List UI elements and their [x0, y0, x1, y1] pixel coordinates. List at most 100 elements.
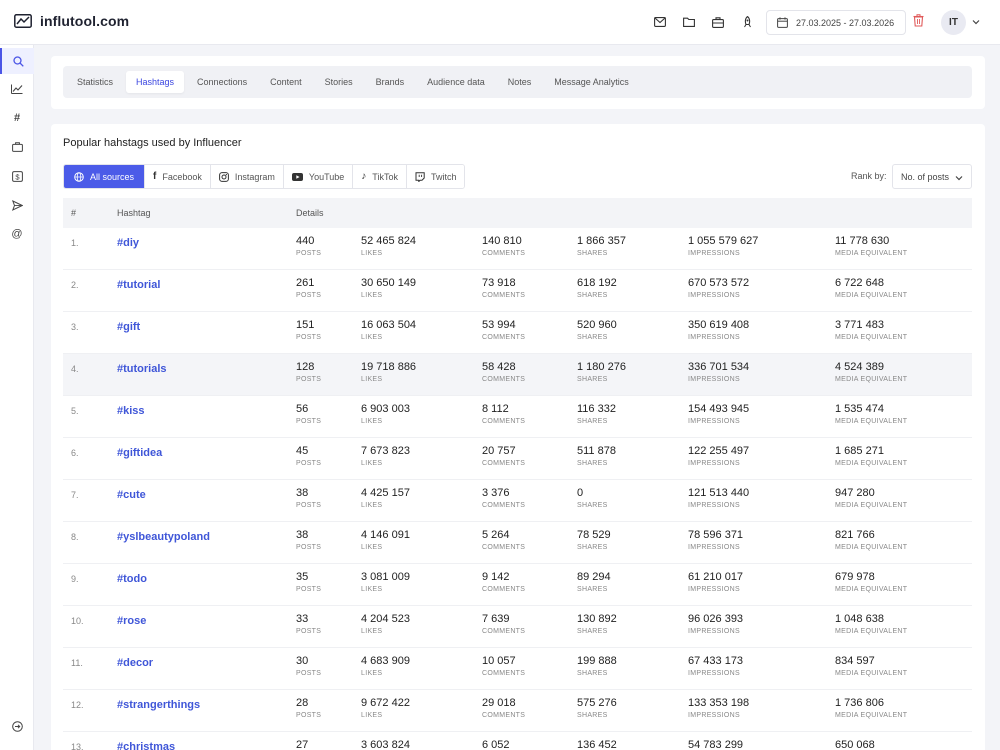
row-rank: 12. — [71, 700, 84, 710]
source-tiktok[interactable]: ♪ TikTok — [353, 165, 407, 188]
row-rank: 11. — [71, 658, 83, 668]
metric-comments: 73 918 COMMENTS — [482, 277, 525, 299]
source-instagram[interactable]: Instagram — [210, 165, 284, 188]
tab-connections[interactable]: Connections — [187, 71, 257, 93]
hashtag-link[interactable]: #gift — [117, 321, 140, 333]
sidebar-item-messages[interactable] — [0, 192, 34, 218]
table-row: 12. #strangerthings 28 POSTS 9 672 422 LIKES 2… — [63, 690, 972, 732]
table-header: # Hashtag Details — [63, 198, 972, 228]
rocket-icon[interactable] — [739, 14, 755, 30]
metric-comments: 6 052COMMENTS — [482, 739, 525, 750]
sidebar-item-campaigns[interactable] — [0, 134, 34, 160]
metric-value: 3 603 824 — [361, 739, 410, 750]
metric-value: 670 573 572 — [688, 277, 750, 289]
globe-icon — [74, 171, 84, 182]
tab-notes[interactable]: Notes — [498, 71, 542, 93]
folder-icon[interactable] — [681, 14, 697, 30]
metric-label: MEDIA EQUIVALENT — [835, 544, 908, 551]
hashtag-link[interactable]: #diy — [117, 237, 139, 249]
metric-posts: 38 POSTS — [296, 529, 321, 551]
chevron-down-icon[interactable] — [972, 19, 980, 25]
metric-label: IMPRESSIONS — [688, 502, 740, 509]
metric-value: 4 146 091 — [361, 529, 410, 541]
mail-icon[interactable] — [652, 14, 668, 30]
sidebar-item-billing[interactable]: $ — [0, 163, 34, 189]
hashtag-link[interactable]: #christmas — [117, 741, 175, 750]
sidebar-item-search[interactable] — [0, 48, 34, 74]
metric-value: 199 888 — [577, 655, 617, 667]
metric-comments: 29 018 COMMENTS — [482, 697, 525, 719]
hashtag-link[interactable]: #tutorials — [117, 363, 167, 375]
tab-message-analytics[interactable]: Message Analytics — [544, 71, 639, 93]
hashtag-link[interactable]: #giftidea — [117, 447, 162, 459]
metric-label: POSTS — [296, 376, 322, 383]
hashtag-link[interactable]: #cute — [117, 489, 146, 501]
date-range-picker[interactable]: 27.03.2025 - 27.03.2026 — [766, 10, 906, 35]
metric-value: 16 063 504 — [361, 319, 417, 331]
metric-value: 4 425 157 — [361, 487, 410, 499]
metric-likes: 4 146 091 LIKES — [361, 529, 410, 551]
metric-value: 7 673 823 — [361, 445, 410, 457]
metric-shares: 136 452SHARES — [577, 739, 617, 750]
hashtag-link[interactable]: #yslbeautypoland — [117, 531, 210, 543]
source-twitch[interactable]: Twitch — [406, 165, 465, 188]
source-youtube[interactable]: YouTube — [283, 165, 354, 188]
hashtag-link[interactable]: #kiss — [117, 405, 145, 417]
metric-label: SHARES — [577, 544, 608, 551]
metric-value: 511 878 — [577, 445, 616, 457]
sidebar-item-logout[interactable] — [0, 713, 34, 739]
source-all[interactable]: All sources — [64, 165, 146, 188]
metric-value: 575 276 — [577, 697, 617, 709]
metric-label: LIKES — [361, 502, 383, 509]
tab-brands[interactable]: Brands — [366, 71, 415, 93]
briefcase-icon[interactable] — [710, 14, 726, 30]
row-rank: 3. — [71, 322, 79, 332]
metric-label: MEDIA EQUIVALENT — [835, 628, 908, 635]
metric-media: 834 597 MEDIA EQUIVALENT — [835, 655, 907, 677]
metric-value: 151 — [296, 319, 315, 331]
metric-label: IMPRESSIONS — [688, 250, 740, 257]
metric-shares: 511 878 SHARES — [577, 445, 616, 467]
avatar[interactable]: IT — [941, 10, 966, 35]
hashtag-link[interactable]: #decor — [117, 657, 153, 669]
metric-shares: 575 276 SHARES — [577, 697, 617, 719]
metric-value: 6 903 003 — [361, 403, 410, 415]
chart-logo-icon — [14, 14, 32, 28]
hashtag-link[interactable]: #tutorial — [117, 279, 160, 291]
metric-value: 11 778 630 — [835, 235, 890, 247]
hashtag-link[interactable]: #rose — [117, 615, 146, 627]
metric-shares: 89 294 SHARES — [577, 571, 611, 593]
metric-label: LIKES — [361, 712, 383, 719]
trash-icon[interactable] — [913, 14, 927, 30]
metric-label: MEDIA EQUIVALENT — [835, 250, 908, 257]
source-facebook[interactable]: f Facebook — [145, 165, 211, 188]
hashtag-link[interactable]: #todo — [117, 573, 147, 585]
sidebar-item-statistics[interactable] — [0, 76, 34, 102]
metric-posts: 33 POSTS — [296, 613, 321, 635]
metric-value: 136 452 — [577, 739, 617, 750]
metric-label: IMPRESSIONS — [688, 292, 740, 299]
metric-value: 30 650 149 — [361, 277, 417, 289]
metric-value: 440 — [296, 235, 315, 247]
tab-stories[interactable]: Stories — [315, 71, 363, 93]
sidebar-item-hashtags[interactable]: # — [0, 105, 34, 131]
metric-value: 350 619 408 — [688, 319, 750, 331]
metric-value: 38 — [296, 529, 309, 541]
tab-hashtags[interactable]: Hashtags — [126, 71, 185, 93]
tab-content[interactable]: Content — [260, 71, 312, 93]
metric-label: MEDIA EQUIVALENT — [835, 292, 908, 299]
metric-comments: 8 112 COMMENTS — [482, 403, 525, 425]
metric-impressions: 61 210 017 IMPRESSIONS — [688, 571, 743, 593]
metric-label: POSTS — [296, 544, 322, 551]
logo[interactable]: influtool.com — [14, 13, 129, 29]
row-rank: 13. — [71, 742, 84, 750]
metric-label: IMPRESSIONS — [688, 670, 740, 677]
metric-label: SHARES — [577, 418, 608, 425]
tab-statistics[interactable]: Statistics — [67, 71, 123, 93]
metric-label: MEDIA EQUIVALENT — [835, 502, 908, 509]
sidebar-item-contacts[interactable]: @ — [0, 221, 34, 247]
rank-by-select[interactable]: No. of posts — [892, 164, 972, 189]
tab-audience-data[interactable]: Audience data — [417, 71, 495, 93]
metric-shares: 618 192 SHARES — [577, 277, 617, 299]
hashtag-link[interactable]: #strangerthings — [117, 699, 200, 711]
